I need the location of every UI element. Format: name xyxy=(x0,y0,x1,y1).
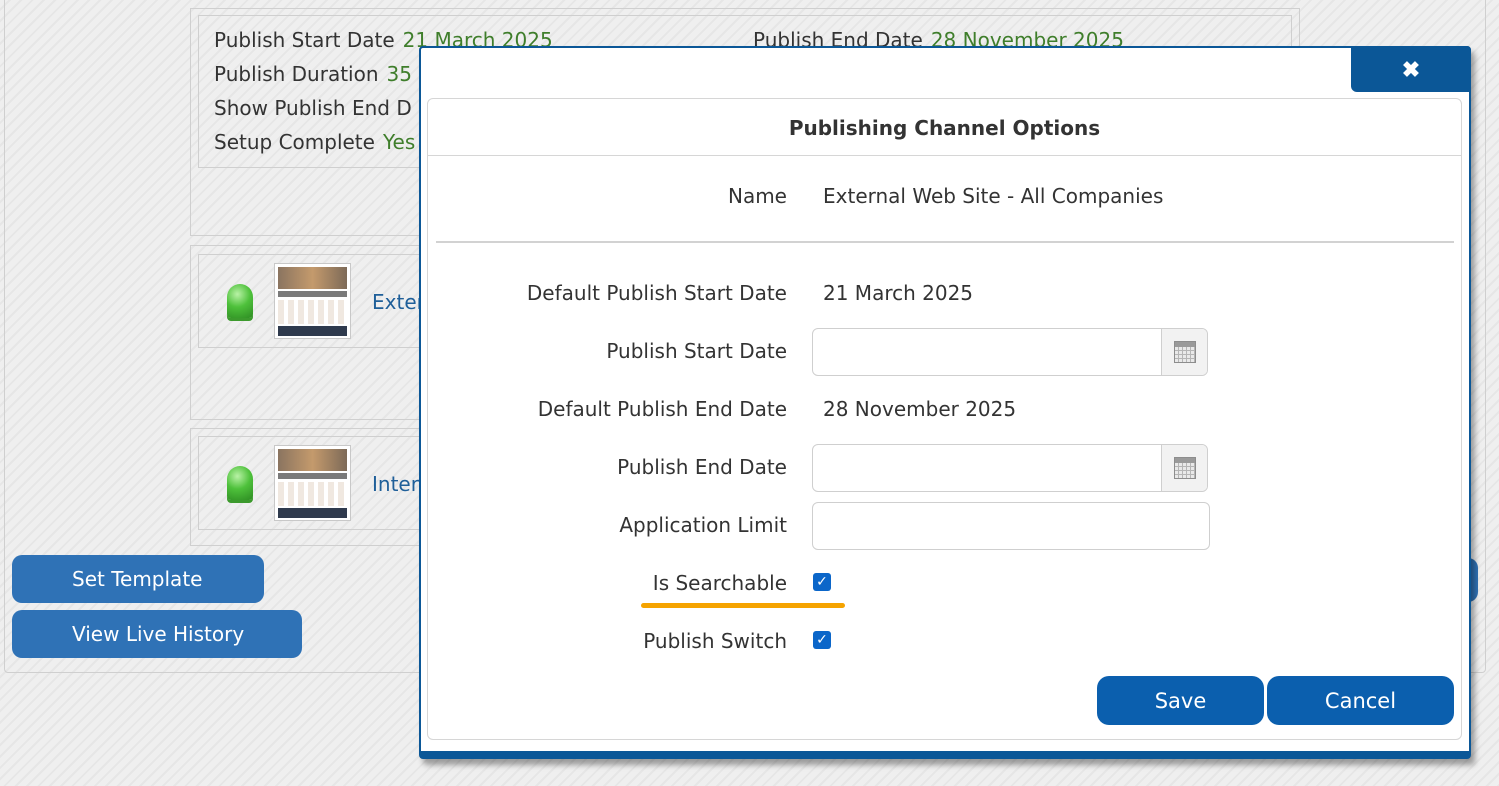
publish-start-date-input[interactable] xyxy=(813,329,1161,375)
publish-switch-checkbox[interactable]: ✓ xyxy=(813,631,831,649)
is-searchable-label: Is Searchable xyxy=(652,571,787,595)
highlight-underline xyxy=(641,603,845,608)
save-button[interactable]: Save xyxy=(1097,676,1264,725)
status-light-icon xyxy=(227,466,253,500)
template-thumbnail[interactable] xyxy=(274,263,351,339)
publish-end-date-input[interactable] xyxy=(813,445,1161,491)
default-end-label: Default Publish End Date xyxy=(537,397,787,421)
view-live-history-button[interactable]: View Live History xyxy=(12,610,302,658)
publish-start-date-field xyxy=(812,328,1208,376)
close-button[interactable]: ✖ xyxy=(1351,46,1471,92)
channel-link-internal[interactable]: Inter xyxy=(372,472,419,496)
cancel-button[interactable]: Cancel xyxy=(1267,676,1454,725)
end-date-picker-button[interactable] xyxy=(1161,445,1207,491)
calendar-icon xyxy=(1174,457,1196,479)
set-template-button[interactable]: Set Template xyxy=(12,555,264,603)
application-limit-label: Application Limit xyxy=(619,513,787,537)
name-value: External Web Site - All Companies xyxy=(823,184,1164,208)
default-start-label: Default Publish Start Date xyxy=(526,281,787,305)
divider xyxy=(436,241,1454,243)
setup-value: Yes xyxy=(382,130,416,154)
show-end-label: Show Publish End D xyxy=(214,96,412,120)
channel-link-external[interactable]: Exter xyxy=(372,290,425,314)
modal-bottom-bar xyxy=(421,751,1469,757)
setup-label: Setup Complete xyxy=(214,130,375,154)
publish-switch-label: Publish Switch xyxy=(643,629,787,653)
publish-end-date-label: Publish End Date xyxy=(617,455,787,479)
name-label: Name xyxy=(727,184,787,208)
template-thumbnail[interactable] xyxy=(274,445,351,521)
setup-row: Setup Complete Yes xyxy=(214,130,415,154)
status-light-icon xyxy=(227,284,253,318)
publish-start-date-label: Publish Start Date xyxy=(606,339,787,363)
default-start-value: 21 March 2025 xyxy=(823,281,974,305)
duration-row: Publish Duration 35 xyxy=(214,62,412,86)
duration-value: 35 xyxy=(386,62,412,86)
default-end-value: 28 November 2025 xyxy=(823,397,1017,421)
is-searchable-checkbox[interactable]: ✓ xyxy=(813,573,831,591)
dialog-title: Publishing Channel Options xyxy=(428,100,1461,156)
close-icon: ✖ xyxy=(1401,57,1421,82)
duration-label: Publish Duration xyxy=(214,62,379,86)
publish-end-date-field xyxy=(812,444,1208,492)
calendar-icon xyxy=(1174,341,1196,363)
show-end-row: Show Publish End D xyxy=(214,96,412,120)
publish-start-label: Publish Start Date xyxy=(214,28,395,52)
application-limit-input[interactable] xyxy=(812,502,1210,550)
start-date-picker-button[interactable] xyxy=(1161,329,1207,375)
